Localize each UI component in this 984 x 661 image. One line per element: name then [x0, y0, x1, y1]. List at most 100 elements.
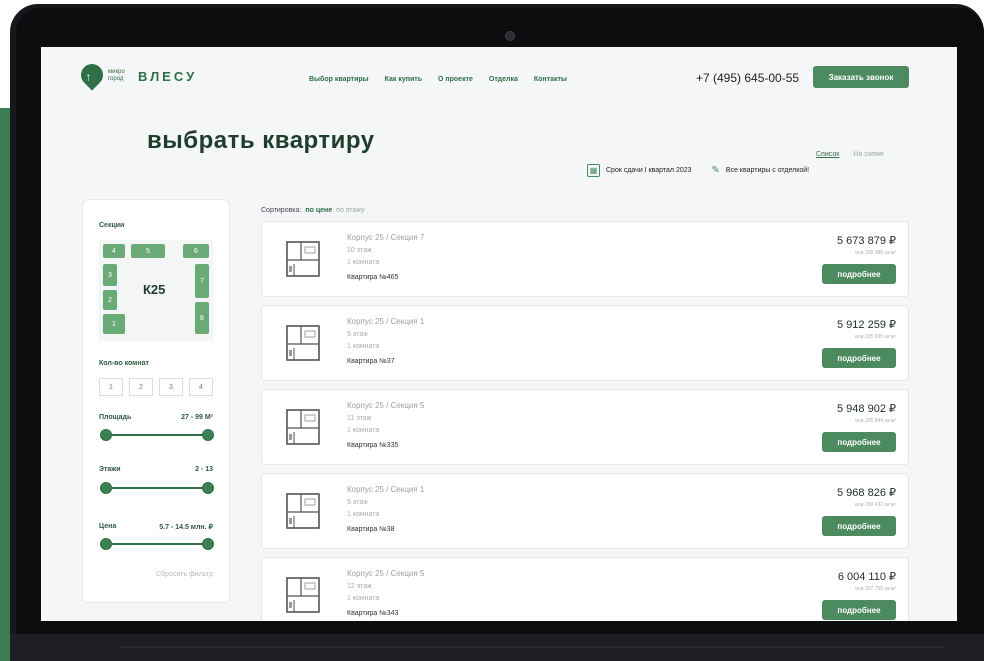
floor-plan-icon [286, 493, 320, 529]
apartment-floor: 10 этаж [347, 247, 372, 254]
area-max-handle[interactable] [202, 429, 214, 441]
floors-slider[interactable] [100, 482, 214, 494]
filter-panel: Секции 4 5 6 3 2 1 7 8 К25 Кол-во комнат… [82, 199, 230, 603]
apartment-building: Корпус 25 / Секция 1 [347, 317, 425, 326]
apartment-building: Корпус 25 / Секция 1 [347, 485, 425, 494]
apartment-price: 5 948 902 ₽ [837, 403, 896, 415]
apartment-price-per-m2: или 209 388 за м² [855, 250, 896, 256]
apartment-building: Корпус 25 / Секция 5 [347, 401, 425, 410]
laptop-base [10, 634, 984, 661]
floors-label: Этажи [99, 466, 121, 473]
area-slider[interactable] [100, 429, 214, 441]
nav-item-finishing[interactable]: Отделка [489, 76, 518, 83]
sort-by-price[interactable]: по цене [305, 207, 332, 214]
area-value: 27 - 99 М² [181, 414, 213, 421]
apartment-price-per-m2: или 207 755 за м² [855, 586, 896, 592]
base-edge [120, 646, 944, 648]
view-schema-toggle[interactable]: На схеме [853, 151, 883, 158]
apartment-floor: 9 этаж [347, 499, 368, 506]
apartment-card[interactable]: Корпус 25 / Секция 7 10 этаж 1 комната К… [261, 221, 909, 297]
apartment-card[interactable]: Корпус 25 / Секция 1 9 этаж 1 комната Кв… [261, 473, 909, 549]
apartment-price: 5 673 879 ₽ [837, 235, 896, 247]
request-call-button[interactable]: Заказать звонок [813, 66, 909, 88]
apartment-rooms: 1 комната [347, 343, 380, 350]
logo-wordmark[interactable]: ВЛЕСУ [138, 69, 197, 84]
sort-by-floor[interactable]: по этажу [336, 207, 364, 214]
apartment-rooms: 1 комната [347, 259, 380, 266]
section-8[interactable]: 8 [195, 302, 209, 334]
section-1[interactable]: 1 [103, 314, 125, 334]
details-button[interactable]: подробнее [822, 432, 896, 452]
nav-item-about[interactable]: О проекте [438, 76, 473, 83]
price-value: 5.7 - 14.5 млн. ₽ [159, 524, 213, 531]
price-min-handle[interactable] [100, 538, 112, 550]
section-3[interactable]: 3 [103, 264, 117, 286]
floors-min-handle[interactable] [100, 482, 112, 494]
page-title: выбрать квартиру [147, 127, 375, 154]
view-list-toggle[interactable]: Список [816, 151, 839, 158]
details-button[interactable]: подробнее [822, 264, 896, 284]
section-6[interactable]: 6 [183, 244, 209, 258]
nav-item-how-to-buy[interactable]: Как купить [385, 76, 422, 83]
rooms-option-4[interactable]: 4 [189, 378, 213, 396]
floor-plan-thumbnail[interactable] [284, 490, 322, 532]
deadline-text: Срок сдачи I квартал 2023 [606, 167, 692, 174]
webcam [505, 31, 515, 41]
area-min-handle[interactable] [100, 429, 112, 441]
logo-subtitle: микро город [108, 69, 125, 82]
details-button[interactable]: подробнее [822, 600, 896, 620]
project-meta: ▦ Срок сдачи I квартал 2023 ✎ Все кварти… [587, 164, 809, 177]
floor-plan-icon [286, 325, 320, 361]
building-label: К25 [143, 282, 166, 297]
logo-pin-icon[interactable]: ↑ [76, 59, 108, 91]
rooms-option-1[interactable]: 1 [99, 378, 123, 396]
apartment-price: 5 968 826 ₽ [837, 487, 896, 499]
floors-value: 2 - 13 [195, 466, 213, 473]
phone-number[interactable]: +7 (495) 645-00-55 [696, 71, 799, 85]
apartment-card[interactable]: Корпус 25 / Секция 1 9 этаж 1 комната Кв… [261, 305, 909, 381]
section-2[interactable]: 2 [103, 290, 117, 310]
floor-plan-thumbnail[interactable] [284, 574, 322, 616]
apartment-building: Корпус 25 / Секция 5 [347, 569, 425, 578]
apartment-number: Квартира №38 [347, 526, 395, 533]
details-button[interactable]: подробнее [822, 516, 896, 536]
area-label: Площадь [99, 414, 132, 421]
section-7[interactable]: 7 [195, 264, 209, 298]
laptop-screen: ↑ микро город ВЛЕСУ Выбор квартиры Как к… [41, 47, 957, 621]
nav-item-contacts[interactable]: Контакты [534, 76, 567, 83]
apartment-building: Корпус 25 / Секция 7 [347, 233, 425, 242]
floor-plan-thumbnail[interactable] [284, 238, 322, 280]
rooms-option-2[interactable]: 2 [129, 378, 153, 396]
apartment-price-per-m2: или 209 432 за м² [855, 502, 896, 508]
floor-plan-icon [286, 241, 320, 277]
apartment-price: 6 004 110 ₽ [837, 571, 896, 583]
apartment-price: 5 912 259 ₽ [837, 319, 896, 331]
price-slider[interactable] [100, 538, 214, 550]
apartment-number: Квартира №343 [347, 610, 399, 617]
finish-text: Все квартиры с отделкой! [725, 167, 810, 174]
logo-arrow-icon: ↑ [85, 71, 92, 84]
apartment-card[interactable]: Корпус 25 / Секция 5 12 этаж 1 комната К… [261, 557, 909, 621]
rooms-label: Кол-во комнат [99, 360, 149, 367]
apartment-list: Корпус 25 / Секция 7 10 этаж 1 комната К… [261, 221, 909, 621]
floor-plan-thumbnail[interactable] [284, 406, 322, 448]
price-label: Цена [99, 523, 117, 530]
price-max-handle[interactable] [202, 538, 214, 550]
floor-plan-thumbnail[interactable] [284, 322, 322, 364]
nav-item-select-apartment[interactable]: Выбор квартиры [309, 76, 369, 83]
apartment-price-per-m2: или 205 655 за м² [855, 334, 896, 340]
details-button[interactable]: подробнее [822, 348, 896, 368]
main-nav: Выбор квартиры Как купить О проекте Отде… [309, 76, 567, 83]
rooms-option-3[interactable]: 3 [159, 378, 183, 396]
apartment-card[interactable]: Корпус 25 / Секция 5 11 этаж 1 комната К… [261, 389, 909, 465]
floor-plan-icon [286, 577, 320, 613]
rooms-selector: 1 2 3 4 [99, 378, 213, 396]
section-5[interactable]: 5 [131, 244, 165, 258]
calendar-icon: ▦ [587, 164, 600, 177]
sort-row: Сортировка: по цене по этажу [261, 207, 364, 214]
apartment-rooms: 1 комната [347, 595, 380, 602]
reset-filter-link[interactable]: Сбросить фильтр [156, 571, 213, 578]
section-4[interactable]: 4 [103, 244, 125, 258]
floors-max-handle[interactable] [202, 482, 214, 494]
apartment-floor: 11 этаж [347, 415, 372, 422]
